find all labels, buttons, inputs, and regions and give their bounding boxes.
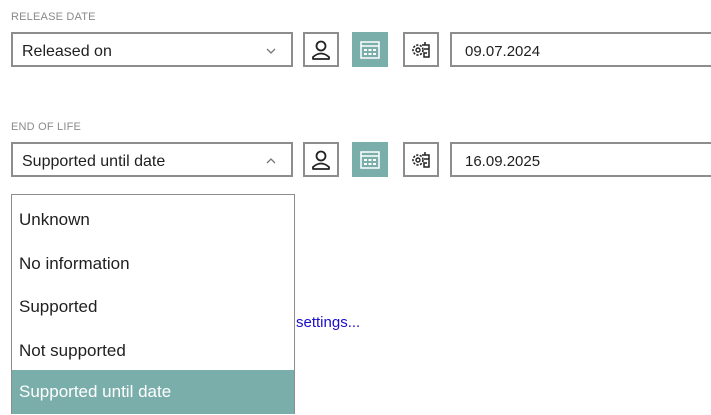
person-icon — [312, 40, 330, 60]
release-date-select-value: Released on — [22, 43, 112, 60]
end-of-life-date-input[interactable]: 16.09.2025 — [450, 142, 711, 177]
eol-automatic-button[interactable] — [403, 142, 439, 177]
option-supported[interactable]: Supported — [12, 285, 294, 329]
eol-calendar-button[interactable] — [352, 142, 388, 177]
person-icon — [312, 150, 330, 170]
end-of-life-dropdown-list: Unknown No information Supported Not sup… — [11, 194, 295, 414]
option-no-information[interactable]: No information — [12, 242, 294, 286]
release-date-input[interactable]: 09.07.2024 — [450, 32, 711, 67]
release-date-select[interactable]: Released on — [11, 32, 293, 67]
release-calendar-button[interactable] — [352, 32, 388, 67]
option-not-supported[interactable]: Not supported — [12, 329, 294, 373]
chevron-down-icon — [266, 48, 276, 54]
release-person-button[interactable] — [303, 32, 339, 67]
option-supported-until-date[interactable]: Supported until date — [12, 370, 294, 414]
release-automatic-button[interactable] — [403, 32, 439, 67]
end-of-life-label: END OF LIFE — [11, 121, 82, 133]
settings-link[interactable]: settings... — [296, 314, 360, 331]
gear-hand-icon — [412, 151, 430, 168]
end-of-life-select-value: Supported until date — [22, 153, 166, 170]
option-unknown[interactable]: Unknown — [12, 198, 294, 242]
eol-person-button[interactable] — [303, 142, 339, 177]
end-of-life-select[interactable]: Supported until date — [11, 142, 293, 177]
calendar-icon — [360, 150, 380, 169]
release-date-value: 09.07.2024 — [465, 43, 541, 60]
calendar-icon — [360, 40, 380, 59]
gear-hand-icon — [412, 41, 430, 58]
chevron-up-icon — [266, 158, 276, 164]
release-date-label: RELEASE DATE — [11, 11, 96, 23]
end-of-life-date-value: 16.09.2025 — [465, 153, 541, 170]
